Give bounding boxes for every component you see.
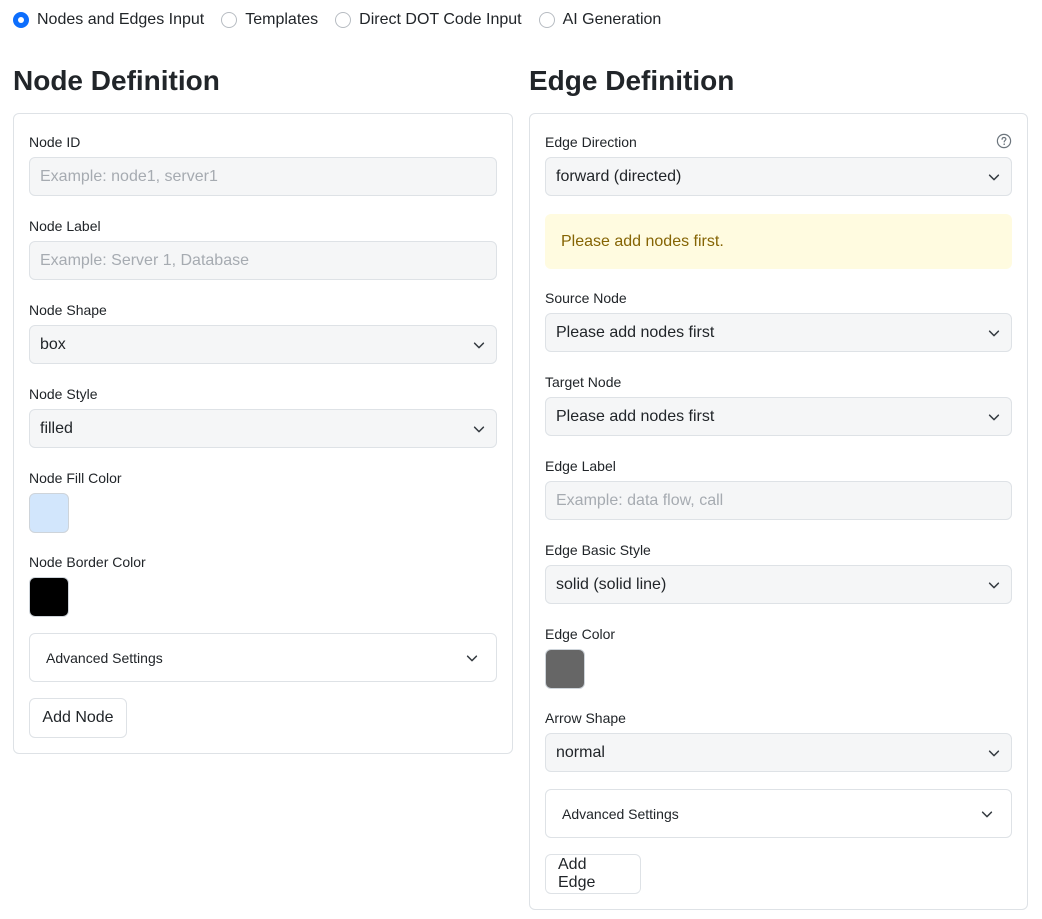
edge-definition-card: Edge Direction forward (directed) Please… [529, 113, 1028, 910]
arrow-shape-value: normal [556, 743, 605, 761]
add-node-button[interactable]: Add Node [29, 698, 127, 738]
node-style-label: Node Style [29, 386, 98, 402]
node-style-value: filled [40, 419, 73, 437]
radio-dot-code[interactable] [335, 12, 352, 28]
edge-label-label: Edge Label [545, 458, 616, 474]
edge-style-select[interactable]: solid (solid line) [545, 565, 1012, 604]
node-fill-color-picker[interactable] [29, 493, 69, 533]
node-definition-title: Node Definition [13, 65, 220, 96]
node-border-color-label: Node Border Color [29, 554, 146, 570]
node-shape-value: box [40, 335, 66, 353]
mode-option-ai-generation[interactable]: AI Generation [538, 11, 662, 29]
radio-nodes-edges[interactable] [13, 12, 29, 28]
arrow-shape-label: Arrow Shape [545, 710, 626, 726]
node-shape-label: Node Shape [29, 302, 107, 318]
radio-templates[interactable] [221, 12, 238, 28]
edge-direction-select[interactable]: forward (directed) [545, 157, 1012, 196]
node-shape-select[interactable]: box [29, 325, 497, 364]
mode-label: Templates [245, 11, 319, 28]
edge-definition-title: Edge Definition [529, 65, 735, 96]
source-node-select[interactable]: Please add nodes first [545, 313, 1012, 352]
edge-color-label: Edge Color [545, 626, 616, 642]
advanced-settings-label: Advanced Settings [562, 805, 679, 822]
add-nodes-warning: Please add nodes first. [545, 214, 1012, 269]
chevron-down-icon [988, 173, 1000, 180]
node-advanced-settings-toggle[interactable]: Advanced Settings [29, 633, 497, 682]
target-node-value: Please add nodes first [556, 407, 715, 425]
mode-option-nodes-edges[interactable]: Nodes and Edges Input [13, 11, 204, 29]
input-mode-selector: Nodes and Edges Input Templates Direct D… [13, 10, 678, 30]
edge-direction-value: forward (directed) [556, 167, 682, 185]
arrow-shape-select[interactable]: normal [545, 733, 1012, 772]
chevron-down-icon [466, 654, 478, 661]
node-label-input[interactable]: Example: Server 1, Database [29, 241, 497, 280]
mode-label: Direct DOT Code Input [359, 11, 522, 28]
add-edge-button[interactable]: Add Edge [545, 854, 641, 894]
edge-label-input[interactable]: Example: data flow, call [545, 481, 1012, 520]
node-style-select[interactable]: filled [29, 409, 497, 448]
node-fill-color-label: Node Fill Color [29, 470, 122, 486]
target-node-select[interactable]: Please add nodes first [545, 397, 1012, 436]
edge-style-label: Edge Basic Style [545, 542, 651, 558]
advanced-settings-label: Advanced Settings [46, 649, 163, 666]
chevron-down-icon [988, 329, 1000, 336]
source-node-label: Source Node [545, 290, 627, 306]
edge-advanced-settings-toggle[interactable]: Advanced Settings [545, 789, 1012, 838]
mode-label: AI Generation [562, 11, 662, 28]
chevron-down-icon [988, 413, 1000, 420]
mode-option-templates[interactable]: Templates [221, 11, 318, 29]
chevron-down-icon [473, 425, 485, 432]
source-node-value: Please add nodes first [556, 323, 715, 341]
mode-option-dot-code[interactable]: Direct DOT Code Input [335, 11, 522, 29]
node-id-input[interactable]: Example: node1, server1 [29, 157, 497, 196]
chevron-down-icon [988, 749, 1000, 756]
chevron-down-icon [981, 810, 993, 817]
edge-direction-label: Edge Direction [545, 134, 637, 150]
radio-ai-generation[interactable] [538, 12, 555, 28]
edge-style-value: solid (solid line) [556, 575, 667, 593]
edge-color-picker[interactable] [545, 649, 585, 689]
node-border-color-picker[interactable] [29, 577, 69, 617]
node-definition-card: Node ID Example: node1, server1 Node Lab… [13, 113, 513, 754]
question-circle-icon[interactable] [996, 133, 1012, 149]
chevron-down-icon [473, 341, 485, 348]
mode-label: Nodes and Edges Input [37, 11, 205, 28]
chevron-down-icon [988, 581, 1000, 588]
target-node-label: Target Node [545, 374, 622, 390]
node-id-label: Node ID [29, 134, 81, 150]
node-label-label: Node Label [29, 218, 101, 234]
